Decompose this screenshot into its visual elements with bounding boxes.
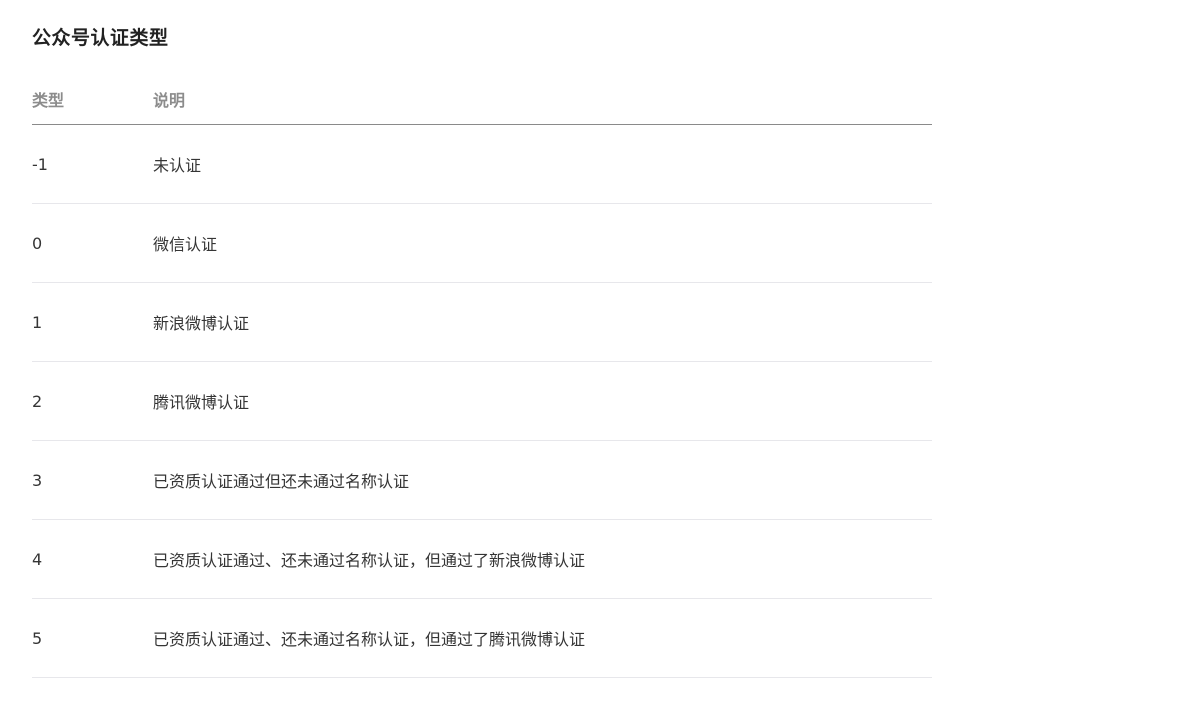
header-type: 类型 <box>32 74 153 125</box>
table-row: 3 已资质认证通过但还未通过名称认证 <box>32 440 932 520</box>
cell-description: 新浪微博认证 <box>153 282 932 362</box>
cell-type: 1 <box>32 282 153 362</box>
cell-description: 已资质认证通过但还未通过名称认证 <box>153 440 932 520</box>
page: 公众号认证类型 类型 说明 -1 未认证 0 微信认证 1 新浪微博认证 2 腾… <box>0 0 1180 701</box>
cell-description: 已资质认证通过、还未通过名称认证，但通过了腾讯微博认证 <box>153 598 932 678</box>
table-row: 4 已资质认证通过、还未通过名称认证，但通过了新浪微博认证 <box>32 519 932 599</box>
table-row: 5 已资质认证通过、还未通过名称认证，但通过了腾讯微博认证 <box>32 598 932 678</box>
cell-type: 3 <box>32 440 153 520</box>
cell-type: -1 <box>32 124 153 204</box>
auth-type-table: 类型 说明 -1 未认证 0 微信认证 1 新浪微博认证 2 腾讯微博认证 3 <box>32 74 932 678</box>
cell-description: 微信认证 <box>153 203 932 283</box>
table-row: 2 腾讯微博认证 <box>32 361 932 441</box>
table-row: -1 未认证 <box>32 124 932 204</box>
cell-type: 2 <box>32 361 153 441</box>
table-header-row: 类型 说明 <box>32 74 932 125</box>
header-description: 说明 <box>153 74 932 125</box>
cell-description: 腾讯微博认证 <box>153 361 932 441</box>
table-row: 1 新浪微博认证 <box>32 282 932 362</box>
table-body: -1 未认证 0 微信认证 1 新浪微博认证 2 腾讯微博认证 3 已资质认证通… <box>32 124 932 678</box>
cell-type: 5 <box>32 598 153 678</box>
page-title: 公众号认证类型 <box>32 27 169 49</box>
cell-type: 0 <box>32 203 153 283</box>
cell-type: 4 <box>32 519 153 599</box>
cell-description: 未认证 <box>153 124 932 204</box>
cell-description: 已资质认证通过、还未通过名称认证，但通过了新浪微博认证 <box>153 519 932 599</box>
table-header: 类型 说明 <box>32 74 932 125</box>
table-row: 0 微信认证 <box>32 203 932 283</box>
